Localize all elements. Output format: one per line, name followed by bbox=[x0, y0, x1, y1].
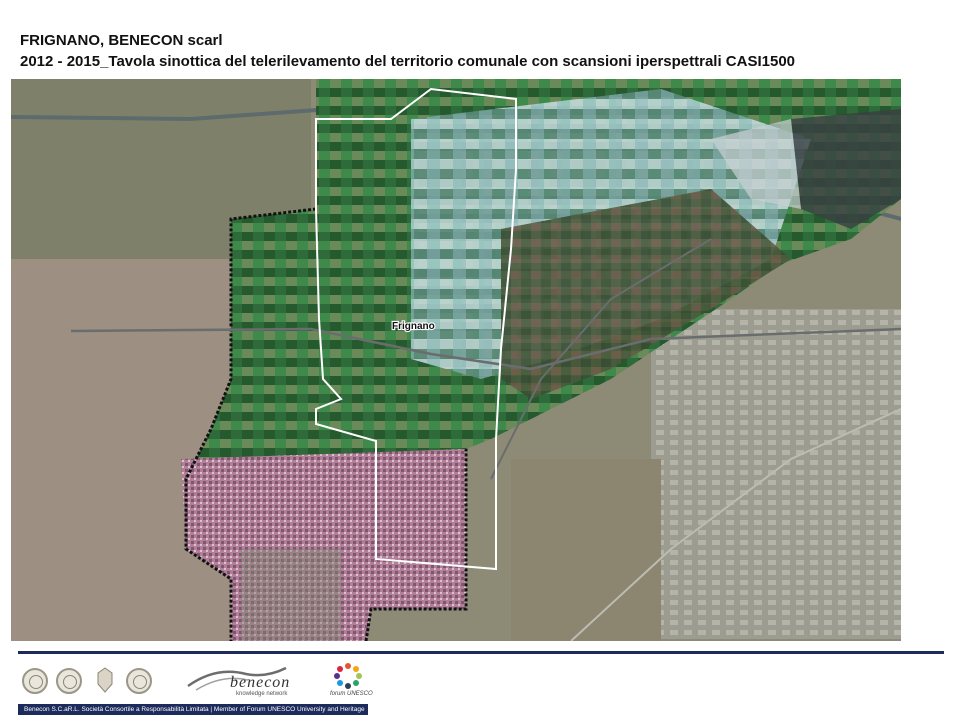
map-image: Frignano bbox=[11, 79, 901, 641]
benecon-wordmark: benecon bbox=[230, 674, 291, 691]
page-title: FRIGNANO, BENECON scarl 2012 - 2015_Tavo… bbox=[20, 30, 795, 72]
forum-unesco-wordmark: forum UNESCO bbox=[330, 691, 373, 697]
benecon-tagline: knowledge network bbox=[236, 691, 288, 697]
title-line-2: 2012 - 2015_Tavola sinottica del teleril… bbox=[20, 53, 796, 70]
seal-logo-3 bbox=[126, 668, 152, 694]
map-place-label: Frignano bbox=[392, 321, 435, 332]
seal-logo-1 bbox=[22, 668, 48, 694]
crest-logo bbox=[97, 667, 113, 693]
footer-bar: Benecon S.C.aR.L. Società Consortile a R… bbox=[18, 704, 368, 715]
title-line-1: FRIGNANO, BENECON scarl bbox=[20, 32, 223, 49]
footer-logos: benecon knowledge network forum UNESCO bbox=[18, 660, 378, 702]
footer-divider bbox=[18, 651, 944, 654]
map-svg: Frignano bbox=[11, 79, 901, 641]
seal-logo-2 bbox=[56, 668, 82, 694]
